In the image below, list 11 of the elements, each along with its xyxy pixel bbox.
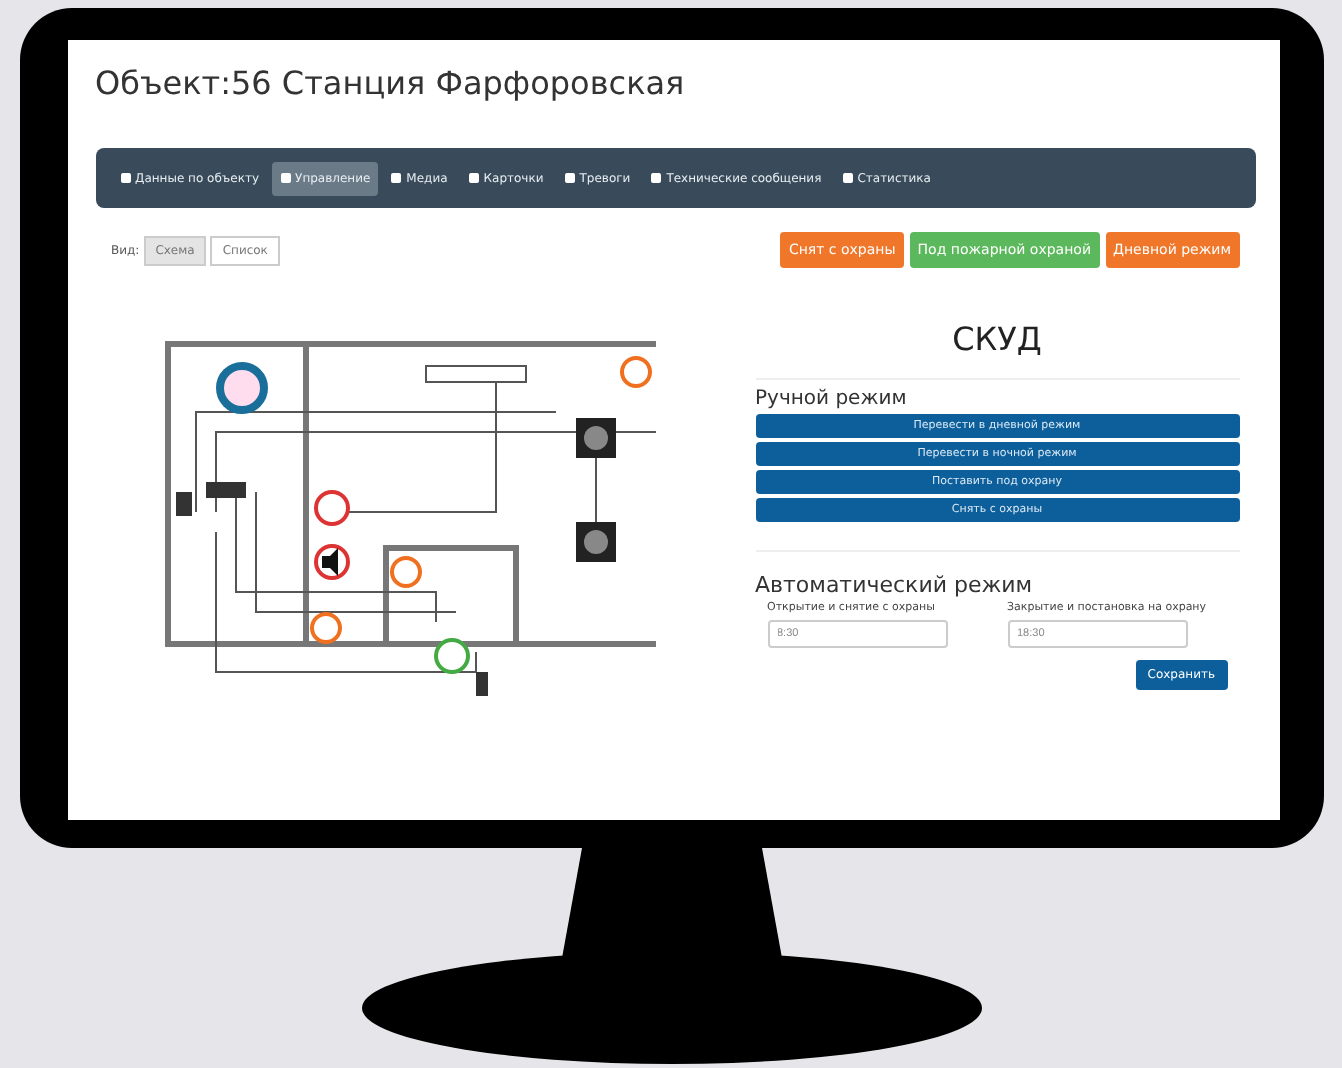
square-icon [841,172,854,184]
square-icon [563,172,576,184]
square-icon [119,172,131,184]
square-icon [650,172,663,184]
square-icon [279,172,292,184]
page-title: Объект:56 Станция Фарфоровская [95,64,687,106]
square-icon [467,172,480,184]
panel-title: СКУД [755,292,1239,380]
square-icon [390,172,403,184]
section-heading: Автоматический режим [755,550,1239,598]
section-heading: Ручной режим [755,388,909,410]
